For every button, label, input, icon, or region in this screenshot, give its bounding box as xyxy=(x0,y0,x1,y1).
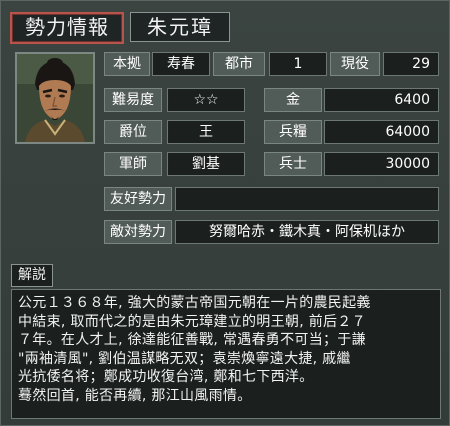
description-line: ７年。在人才上, 徐達能征善戰, 常遇春勇不可当；于謙 xyxy=(18,332,366,348)
description-header: 解説 xyxy=(11,264,53,287)
description-line: 公元１３６８年, 強大的蒙古帝国元朝在一片的農民起義 xyxy=(18,295,371,311)
base-label: 本拠 xyxy=(104,52,150,76)
difficulty-value: ☆☆ xyxy=(167,88,245,112)
cities-value: 1 xyxy=(269,52,327,76)
friendly-value xyxy=(175,187,439,211)
description-line: 中結束, 取而代之的是由朱元璋建立的明王朝, 前后２７ xyxy=(18,313,366,330)
advisor-label: 軍師 xyxy=(104,152,162,176)
gold-value: 6400 xyxy=(324,88,439,112)
description-line: "兩袖清風", 劉伯温謀略无双；袁崇煥寧遠大捷, 戚繼 xyxy=(18,350,351,367)
soldiers-label: 兵士 xyxy=(264,152,322,176)
description-line: 光抗倭名将；鄭成功收復台湾, 鄭和七下西洋。 xyxy=(18,369,314,385)
ruler-name: 朱元璋 xyxy=(130,12,230,42)
friendly-label: 友好勢力 xyxy=(104,187,172,211)
rank-label: 爵位 xyxy=(104,120,162,144)
description-line: 蓦然回首, 能否再續, 那江山風雨情。 xyxy=(18,387,252,404)
active-value: 29 xyxy=(383,52,439,76)
soldiers-value: 30000 xyxy=(324,152,439,176)
panel-title-tab[interactable]: 勢力情報 xyxy=(10,12,124,44)
hostile-label: 敵対勢力 xyxy=(104,220,172,244)
advisor-value: 劉基 xyxy=(167,152,245,176)
gold-label: 金 xyxy=(264,88,322,112)
food-value: 64000 xyxy=(324,120,439,144)
rank-value: 王 xyxy=(167,120,245,144)
food-label: 兵糧 xyxy=(264,120,322,144)
hostile-value: 努爾哈赤・鐵木真・阿保机ほか xyxy=(175,220,439,244)
description-text: 公元１３６８年, 強大的蒙古帝国元朝在一片的農民起義 中結束, 取而代之的是由朱… xyxy=(11,289,441,419)
cities-label: 都市 xyxy=(213,52,265,76)
ruler-portrait-icon xyxy=(15,52,95,144)
active-label: 現役 xyxy=(330,52,380,76)
faction-info-panel: 勢力情報 朱元璋 本拠 寿春 都市 1 現役 29 難易度 ☆☆ 金 6400 … xyxy=(0,0,450,426)
difficulty-label: 難易度 xyxy=(104,88,162,112)
base-value: 寿春 xyxy=(152,52,210,76)
